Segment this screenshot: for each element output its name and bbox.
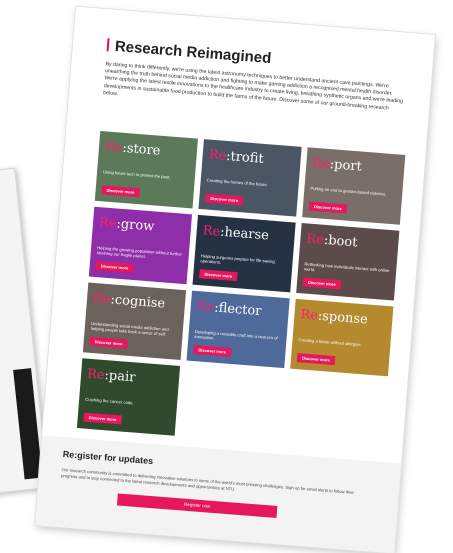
tile-title-prefix: Re [208, 147, 227, 164]
tile-title: Re:trofit [208, 148, 264, 167]
tile-description: Cracking the cancer code. [84, 396, 134, 406]
tile-title-suffix: :cognise [109, 292, 166, 312]
intro-paragraph: By daring to think differently, we're us… [103, 61, 404, 112]
tile-title-prefix: Re [98, 215, 118, 232]
discover-more-button[interactable]: Discover more [89, 336, 128, 349]
research-tile[interactable]: Re:store Using future tech to protect the… [94, 130, 198, 209]
tile-description: Using future tech to protect the past. [102, 169, 171, 180]
background-sheet-image [13, 368, 43, 480]
tile-description: Putting an end to gender-based violence. [310, 185, 387, 197]
discover-more-button[interactable]: Discover more [101, 185, 140, 198]
research-grid: Re:store Using future tech to protect the… [76, 130, 406, 436]
tile-title: Re:sponse [300, 307, 368, 327]
tile-title-prefix: Re [305, 231, 325, 248]
tile-title-prefix: Re [86, 366, 106, 384]
tile-title-prefix: Re [104, 139, 124, 156]
register-section: Re:gister for updates Our research commu… [35, 435, 402, 553]
tile-description: Developing a reusable craft into a new e… [194, 329, 278, 341]
tile-description: Creating a future without allergies. [298, 337, 363, 348]
research-tile[interactable]: Re:port Putting an end to gender-based vi… [302, 147, 406, 225]
discover-more-button[interactable]: Discover more [204, 193, 244, 206]
tile-title: Re:grow [98, 215, 154, 234]
tile-title: Re:store [104, 139, 161, 158]
tile-title-suffix: :port [329, 157, 363, 175]
tile-title-suffix: :trofit [225, 148, 265, 167]
tile-title: Re:port [312, 156, 362, 175]
tile-title: Re:hearse [202, 223, 269, 243]
tile-title-prefix: Re [196, 299, 215, 316]
tile-description: Helping surgeons prepare for life-saving… [200, 253, 276, 266]
tile-title-prefix: Re [299, 307, 319, 324]
research-tile[interactable]: Re:grow Helping the growing population wi… [88, 206, 193, 285]
discover-more-button[interactable]: Discover more [83, 412, 122, 425]
tile-title-suffix: :grow [115, 216, 155, 235]
research-tile[interactable]: Re:sponse Creating a future without aller… [290, 298, 394, 377]
discover-more-button[interactable]: Discover more [296, 353, 336, 366]
research-tile[interactable]: Re:trofit Creating the homes of the futur… [198, 139, 302, 217]
tile-description: Rethinking how individuals interact with… [303, 261, 390, 274]
discover-more-button[interactable]: Discover more [193, 344, 232, 357]
discover-more-button[interactable]: Discover more [302, 277, 342, 290]
research-tile[interactable]: Re:cognise Understanding social media add… [82, 282, 187, 360]
title-accent-bar [106, 38, 110, 52]
register-title: Re:gister for updates [62, 449, 154, 467]
tile-title-suffix: :pair [103, 368, 136, 386]
tile-title-suffix: :hearse [219, 224, 270, 244]
register-text: Our research community is committed to d… [60, 466, 355, 495]
register-button[interactable]: Register now [116, 493, 278, 518]
tile-title: Re:cognise [93, 291, 166, 312]
discover-more-button[interactable]: Discover more [308, 201, 348, 214]
tile-description: Helping the growing population without f… [96, 245, 183, 260]
tile-description: Creating the homes of the future. [206, 177, 269, 188]
tile-title-suffix: :boot [323, 232, 358, 251]
research-tile[interactable]: Re:flector Developing a reusable craft in… [186, 290, 290, 369]
research-tile[interactable]: Re:hearse Helping surgeons prepare for li… [192, 214, 296, 293]
tile-title: Re:flector [196, 299, 262, 319]
tile-title: Re:boot [306, 232, 358, 251]
research-page: Research Reimagined By daring to think d… [35, 6, 435, 553]
tile-title-prefix: Re [92, 290, 112, 308]
research-tile[interactable]: Re:boot Rethinking how individuals intera… [296, 223, 400, 301]
tile-description: Understanding social media addiction and… [90, 320, 169, 338]
tile-title-prefix: Re [311, 155, 331, 173]
discover-more-button[interactable]: Discover more [199, 269, 238, 282]
tile-title-suffix: :store [121, 140, 161, 159]
discover-more-button[interactable]: Discover more [95, 261, 134, 273]
tile-title-suffix: :sponse [317, 308, 369, 328]
tile-title: Re:pair [87, 367, 136, 386]
tile-title-suffix: :flector [213, 300, 262, 320]
tile-title-prefix: Re [202, 223, 221, 240]
research-tile[interactable]: Re:pair Cracking the cancer code. Discover… [76, 358, 181, 436]
